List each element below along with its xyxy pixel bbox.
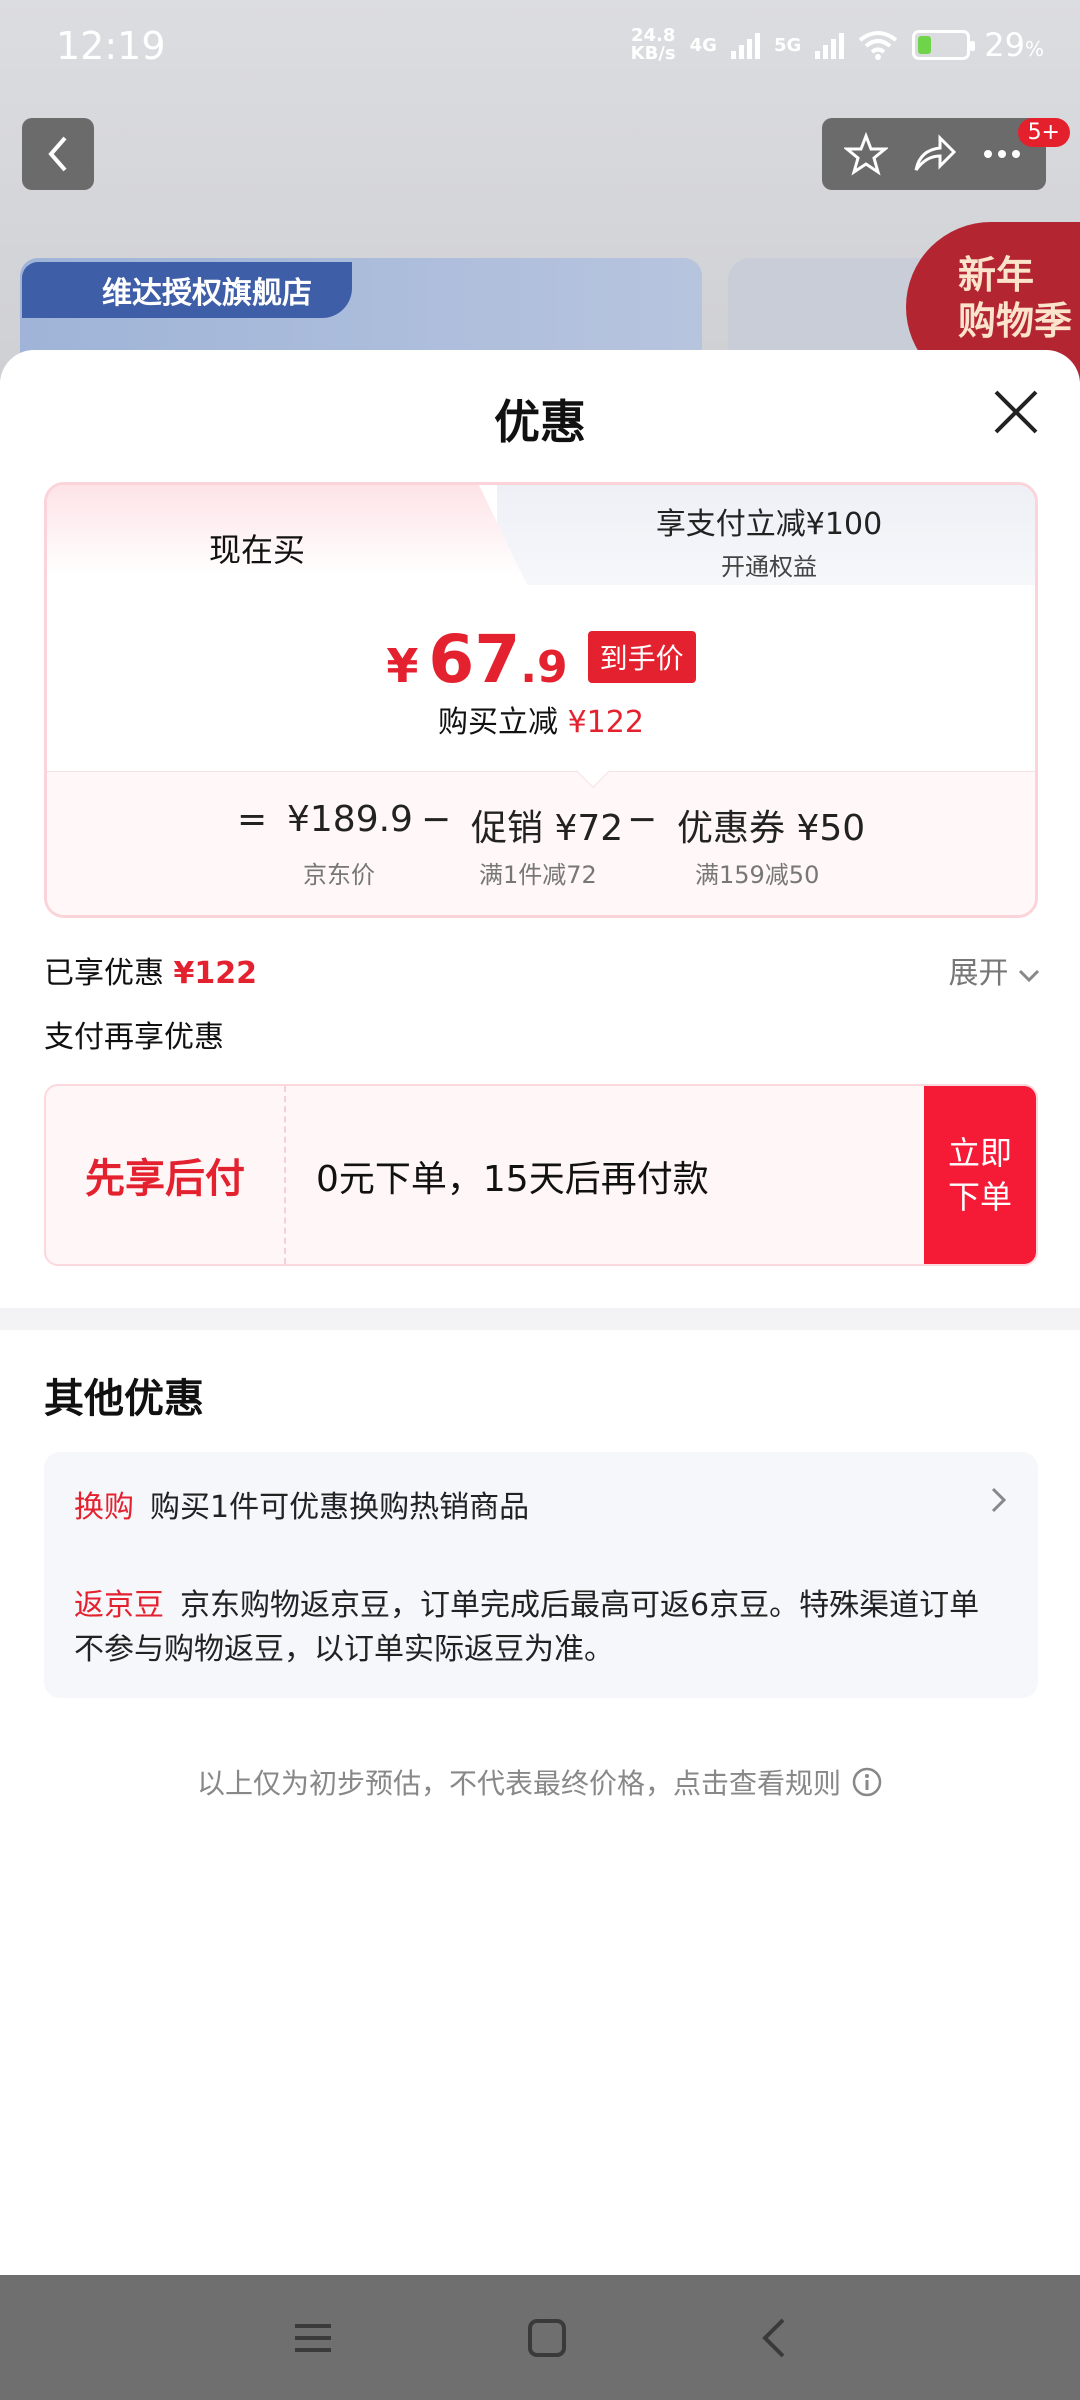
calc-minus: − [421, 799, 452, 840]
price-disclaimer[interactable]: 以上仅为初步预估，不代表最终价格，点击查看规则 [0, 1762, 1080, 1802]
pay-more-label: 支付再享优惠 [44, 1020, 224, 1055]
trade-in-row[interactable]: 换购 购买1件可优惠换购热销商品 [74, 1482, 529, 1526]
buy-now-pay-later-card[interactable]: 先享后付 0元下单，15天后再付款 立即下单 [44, 1084, 1038, 1266]
calc-coupon-label: 满159减50 [695, 861, 820, 889]
section-divider [0, 1308, 1080, 1330]
other-discounts-box: 换购 购买1件可优惠换购热销商品 返京豆 京东购物返京豆，订单完成后最高可返6京豆。… [44, 1452, 1038, 1698]
notification-badge: 5+ [1017, 118, 1070, 147]
tab-buy-now[interactable]: 现在买 [47, 485, 527, 585]
saving-line: 购买立减 ¥122 [438, 705, 644, 740]
signal-5g-label: 5G [773, 34, 802, 56]
battery-icon [912, 30, 976, 60]
status-time: 12:19 [56, 24, 166, 68]
bnpl-label: 先享后付 [46, 1086, 286, 1264]
order-now-button[interactable]: 立即下单 [924, 1086, 1036, 1264]
jd-beans-row: 返京豆 京东购物返京豆，订单完成后最高可返6京豆。特殊渠道订单不参与购物返豆，以订… [74, 1588, 980, 1667]
close-icon[interactable] [990, 386, 1042, 438]
sheet-title: 优惠 [494, 395, 586, 449]
calc-minus: − [627, 799, 658, 840]
top-tools [822, 118, 1046, 190]
chevron-down-icon [1018, 969, 1040, 983]
signal-bars-icon [815, 31, 845, 59]
calc-coupon-price: 优惠券 ¥50 [677, 808, 866, 849]
calc-base-price: ¥189.9 [287, 799, 413, 840]
wifi-icon [859, 31, 898, 60]
final-price: ¥ 67.9 到手价 [47, 621, 1035, 698]
star-icon[interactable] [844, 132, 888, 176]
tab-pay-discount[interactable]: 享支付立减¥100 开通权益 [497, 485, 1035, 585]
signal-4g-label: 4G [689, 34, 717, 56]
price-breakdown-card: 享支付立减¥100 开通权益 现在买 ¥ 67.9 到手价 购买立减 ¥122 … [44, 482, 1038, 918]
bnpl-description: 0元下单，15天后再付款 [316, 1159, 709, 1200]
share-icon[interactable] [912, 132, 956, 176]
chevron-right-icon[interactable] [990, 1486, 1008, 1514]
store-name[interactable]: 维达授权旗舰店 [22, 262, 352, 318]
enjoyed-discount: 已享优惠 ¥122 [44, 956, 258, 991]
home-icon[interactable] [525, 2316, 569, 2360]
calc-promo-label: 满1件减72 [479, 861, 597, 889]
calc-promo-price: 促销 ¥72 [471, 808, 624, 849]
other-discounts-title: 其他优惠 [44, 1376, 204, 1422]
status-bar: 12:19 24.8 KB/s 4G 5G 29% [0, 0, 1080, 90]
menu-icon[interactable] [291, 2318, 335, 2358]
expand-button[interactable]: 展开 [948, 948, 1040, 992]
chevron-left-icon [48, 136, 67, 172]
final-price-tag: 到手价 [587, 631, 696, 683]
calc-base-label: 京东价 [303, 861, 375, 889]
back-button[interactable] [22, 118, 94, 190]
signal-bars-icon [730, 31, 760, 59]
battery-percent: 29% [984, 26, 1044, 64]
more-icon[interactable] [980, 132, 1024, 176]
calc-equals: = [237, 799, 268, 840]
back-nav-icon[interactable] [759, 2316, 789, 2360]
system-nav-bar [0, 2275, 1080, 2400]
info-icon [852, 1767, 882, 1797]
net-speed: 24.8 KB/s [630, 25, 676, 64]
